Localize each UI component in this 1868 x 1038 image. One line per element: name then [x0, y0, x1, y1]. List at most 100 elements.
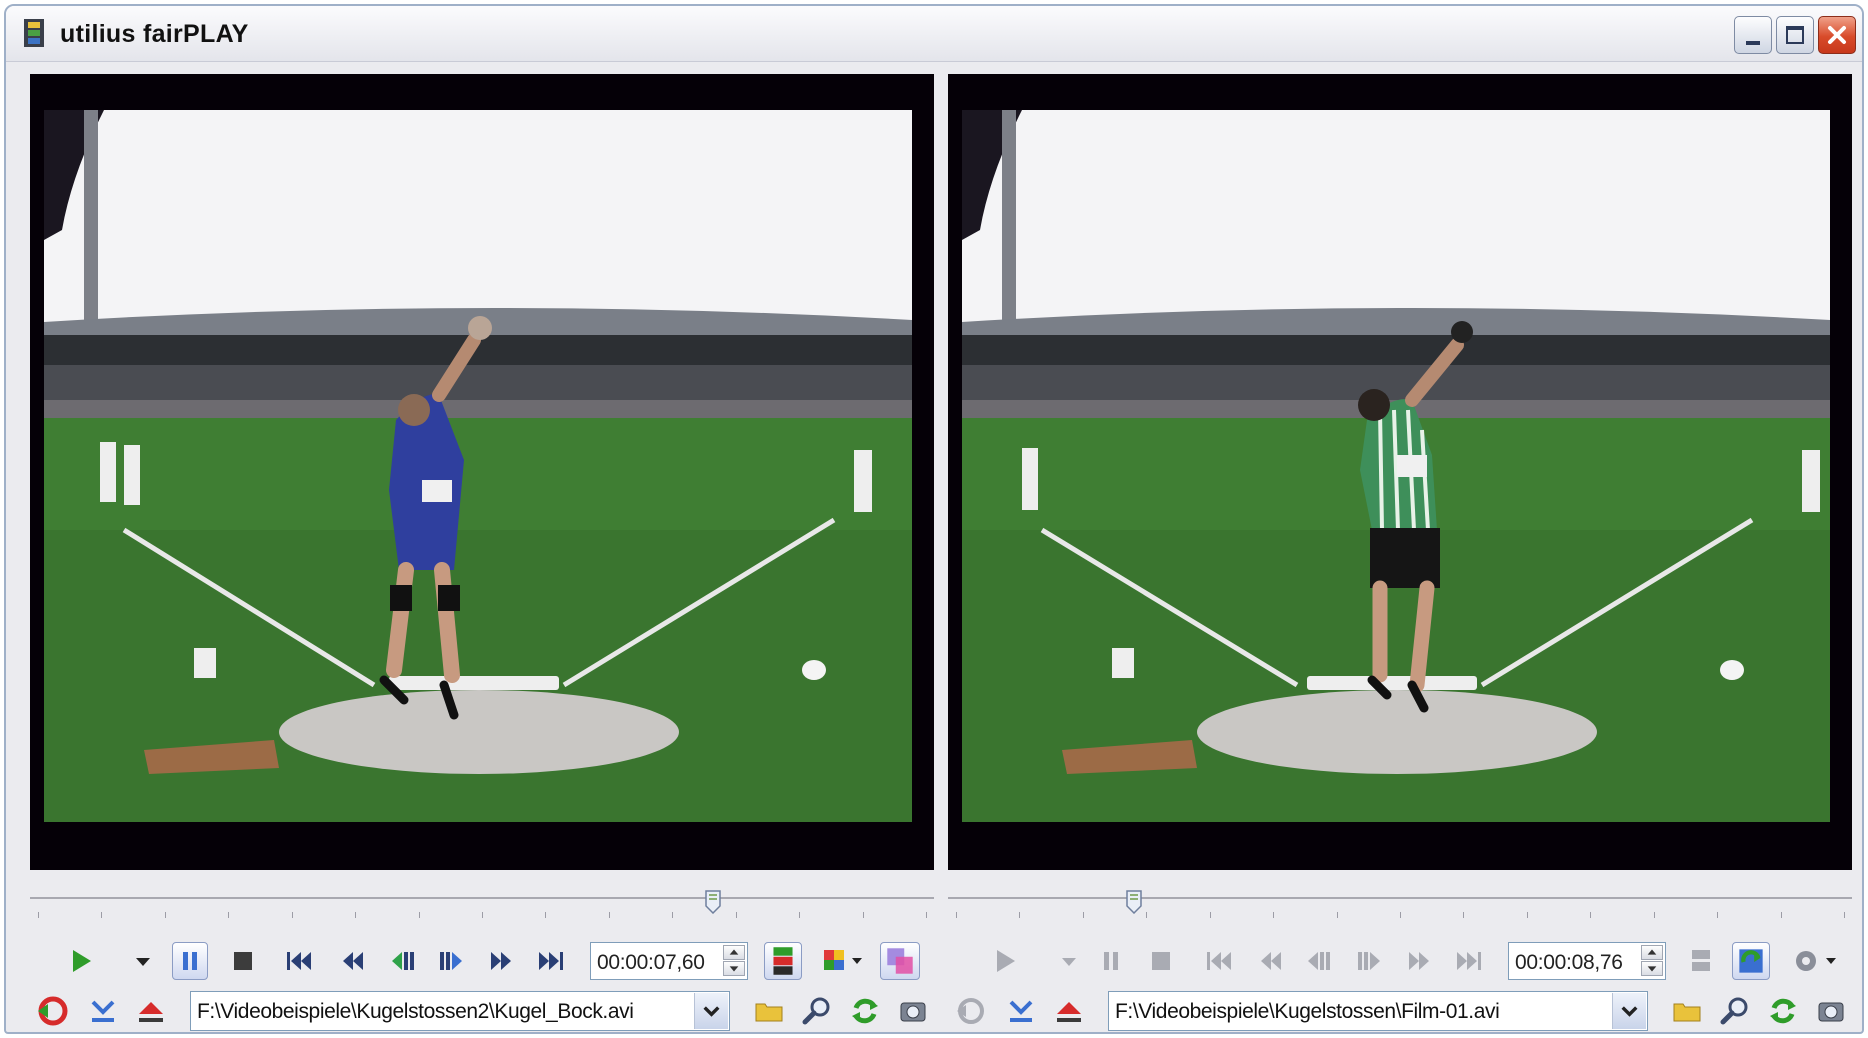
- left-video-pane[interactable]: [30, 74, 934, 870]
- play-menu-button[interactable]: [132, 944, 154, 978]
- right-open-folder-button[interactable]: [1670, 994, 1704, 1028]
- seek-tick: [956, 912, 957, 918]
- right-mark-in-button[interactable]: [1004, 994, 1038, 1028]
- stop-icon: [234, 952, 252, 970]
- left-refresh-button[interactable]: [848, 994, 882, 1028]
- left-file-path: F:\Videobeispiele\Kugelstossen2\Kugel_Bo…: [197, 1000, 634, 1023]
- right-file-dropdown-button[interactable]: [1612, 993, 1646, 1029]
- skip-to-end-button[interactable]: [534, 944, 568, 978]
- fast-forward-button[interactable]: [484, 944, 518, 978]
- left-time-spinner[interactable]: [723, 945, 745, 977]
- stop-icon: [1152, 952, 1170, 970]
- right-sync-view-button[interactable]: [1732, 942, 1770, 980]
- right-seek-thumb[interactable]: [1126, 890, 1142, 914]
- sync-icon: [957, 998, 984, 1024]
- fast-forward-icon: [1409, 952, 1429, 970]
- folder-icon: [1673, 1003, 1701, 1022]
- right-file-path-field[interactable]: F:\Videobeispiele\Kugelstossen\Film-01.a…: [1108, 991, 1648, 1031]
- right-snapshot-button[interactable]: [1814, 994, 1848, 1028]
- minimize-button[interactable]: [1734, 16, 1772, 54]
- left-zoom-button[interactable]: [800, 994, 834, 1028]
- right-sync-button[interactable]: [954, 994, 988, 1028]
- spin-up-icon[interactable]: [723, 945, 745, 960]
- right-play-menu-button[interactable]: [1058, 944, 1080, 978]
- seek-tick: [926, 912, 927, 918]
- right-stop-button[interactable]: [1144, 944, 1178, 978]
- seek-tick: [863, 912, 864, 918]
- refresh-icon: [1770, 998, 1796, 1024]
- seek-tick: [799, 912, 800, 918]
- folder-icon: [755, 1003, 783, 1022]
- left-eject-button[interactable]: [134, 994, 168, 1028]
- rewind-icon: [1261, 952, 1281, 970]
- seek-tick: [1463, 912, 1464, 918]
- seek-tick: [1781, 912, 1782, 918]
- seek-tick: [1210, 912, 1211, 918]
- left-seek-ticks: [30, 912, 934, 920]
- maximize-button[interactable]: [1776, 16, 1814, 54]
- left-file-dropdown-button[interactable]: [694, 993, 728, 1029]
- shot-put-video-frame-right: [962, 110, 1830, 822]
- magnifier-icon: [802, 997, 830, 1025]
- seek-tick: [1083, 912, 1084, 918]
- right-play-button[interactable]: [988, 944, 1022, 978]
- stop-button[interactable]: [226, 944, 260, 978]
- spin-down-icon[interactable]: [723, 961, 745, 976]
- right-skip-to-start-button[interactable]: [1202, 944, 1236, 978]
- rewind-button[interactable]: [336, 944, 370, 978]
- right-pause-button[interactable]: [1094, 944, 1128, 978]
- sync-icon: [38, 996, 68, 1026]
- skip-to-end-icon: [1457, 952, 1481, 970]
- seek-tick: [1273, 912, 1274, 918]
- skip-to-start-button[interactable]: [282, 944, 316, 978]
- left-snapshot-button[interactable]: [896, 994, 930, 1028]
- play-icon: [73, 950, 91, 972]
- play-button[interactable]: [64, 944, 98, 978]
- magnifier-icon: [1720, 997, 1748, 1025]
- step-back-button[interactable]: [386, 944, 420, 978]
- color-button[interactable]: [820, 944, 868, 978]
- left-seek-bar[interactable]: [30, 890, 934, 914]
- left-mark-in-button[interactable]: [86, 994, 120, 1028]
- step-forward-button[interactable]: [434, 944, 468, 978]
- right-layout-button[interactable]: [1684, 944, 1718, 978]
- left-seek-thumb[interactable]: [705, 890, 721, 914]
- right-refresh-button[interactable]: [1766, 994, 1800, 1028]
- right-step-back-button[interactable]: [1302, 944, 1336, 978]
- left-video-frame: [44, 110, 912, 822]
- camera-icon: [1818, 1002, 1844, 1022]
- right-time-field[interactable]: 00:00:08,76: [1508, 942, 1666, 980]
- pause-icon: [183, 952, 197, 970]
- right-seek-bar[interactable]: [948, 890, 1852, 914]
- color-palette-icon: [824, 950, 862, 970]
- layout-icon: [773, 947, 793, 975]
- right-seek-ticks: [948, 912, 1852, 920]
- skip-to-start-icon: [287, 952, 311, 970]
- chevron-down-icon: [703, 1006, 720, 1017]
- spin-up-icon[interactable]: [1641, 945, 1663, 960]
- right-video-pane[interactable]: [948, 74, 1852, 870]
- maximize-icon: [1786, 26, 1804, 44]
- close-button[interactable]: [1818, 16, 1856, 54]
- pause-button[interactable]: [172, 942, 208, 980]
- overlay-button[interactable]: [880, 942, 920, 980]
- right-settings-button[interactable]: [1790, 944, 1838, 978]
- layout-button[interactable]: [764, 942, 802, 980]
- sync-icon: [1739, 949, 1763, 973]
- seek-tick: [1146, 912, 1147, 918]
- left-file-path-field[interactable]: F:\Videobeispiele\Kugelstossen2\Kugel_Bo…: [190, 991, 730, 1031]
- spin-down-icon[interactable]: [1641, 961, 1663, 976]
- right-zoom-button[interactable]: [1718, 994, 1752, 1028]
- right-time-spinner[interactable]: [1641, 945, 1663, 977]
- left-time-field[interactable]: 00:00:07,60: [590, 942, 748, 980]
- shot-put-video-frame: [44, 110, 912, 822]
- app-window: utilius fairPLAY 00:00:07,60 F:\Videobei…: [4, 4, 1864, 1034]
- right-skip-to-end-button[interactable]: [1452, 944, 1486, 978]
- left-sync-button[interactable]: [36, 994, 70, 1028]
- left-open-folder-button[interactable]: [752, 994, 786, 1028]
- right-step-forward-button[interactable]: [1352, 944, 1386, 978]
- right-fast-forward-button[interactable]: [1402, 944, 1436, 978]
- seek-tick: [38, 912, 39, 918]
- right-eject-button[interactable]: [1052, 994, 1086, 1028]
- right-rewind-button[interactable]: [1254, 944, 1288, 978]
